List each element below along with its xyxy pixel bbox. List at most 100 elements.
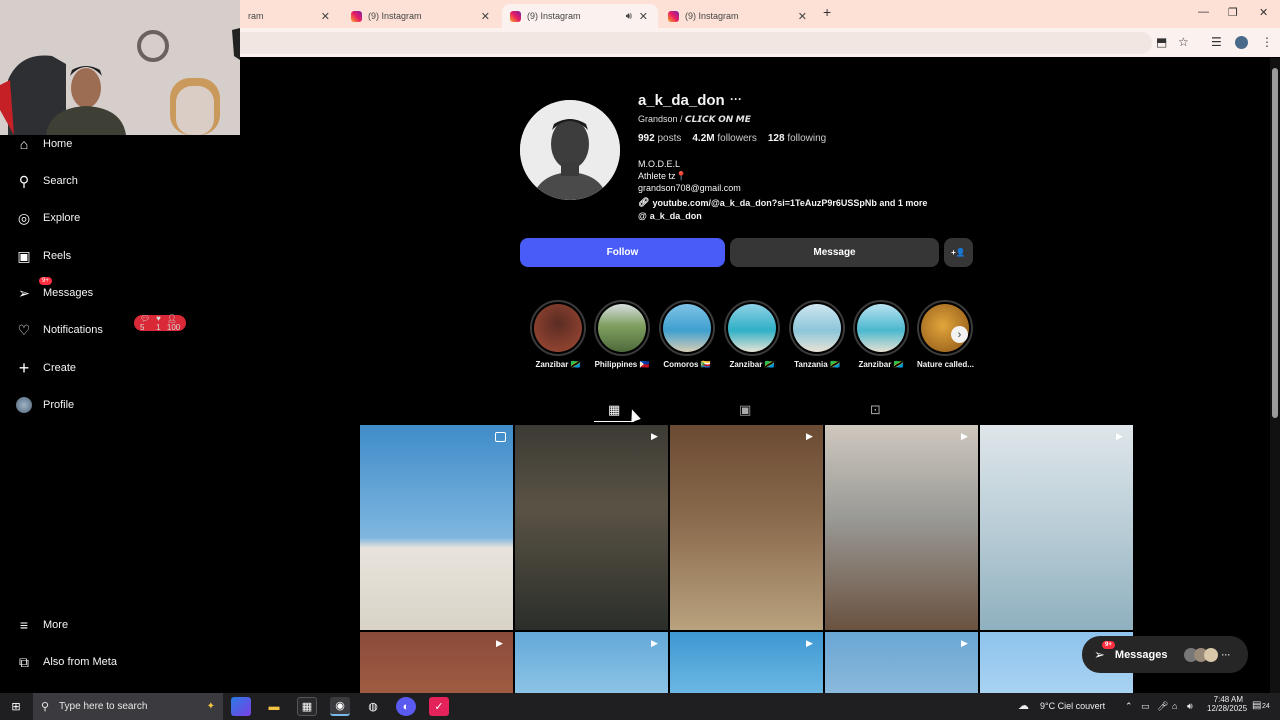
post-thumbnail[interactable] [360,425,513,630]
browser-tab[interactable]: (9) Instagram ✕ [343,4,500,28]
video-icon: ▶︎ [806,431,813,441]
highlight-item[interactable]: Zanzibar 🇹🇿 [724,300,780,369]
store-app-icon[interactable]: ▦ [297,697,317,716]
messages-popup-button[interactable]: ➢ 9+ Messages ··· [1082,636,1248,673]
post-thumbnail[interactable]: ▶︎ [515,425,668,630]
post-thumbnail[interactable]: ▶︎ [980,425,1133,630]
carousel-icon [495,432,506,442]
highlight-item[interactable]: Zanzibar 🇹🇿 [853,300,909,369]
chrome-app-icon[interactable]: ◉ [330,697,350,716]
message-button[interactable]: Message [730,238,939,267]
highlight-cover [663,304,711,352]
sidebar-item-label: Explore [43,212,81,224]
sidebar-item-create[interactable]: + Create [14,356,76,380]
address-bar[interactable] [232,32,1152,54]
sidebar-item-reels[interactable]: ▣ Reels [14,244,71,268]
sidebar: ⌂ Home ⚲ Search ◎ Explore ▣ Reels ➢ 9+ M… [0,135,240,693]
notification-count: 24 [1262,703,1270,710]
messenger-app-icon[interactable]: ◐ [396,697,416,716]
notification-center-icon[interactable]: ▤ [1252,700,1261,711]
more-dots-icon: ··· [1221,649,1231,660]
post-thumbnail[interactable]: ▶︎ [825,425,978,630]
maximize-button[interactable]: ❐ [1228,6,1238,19]
close-tab-icon[interactable]: ✕ [798,10,807,23]
microphone-icon[interactable]: 🎤︎ [1157,701,1168,712]
reading-list-icon[interactable]: ☰ [1211,35,1222,49]
highlight-item[interactable]: Philippines 🇵🇭 [594,300,650,369]
sidebar-item-home[interactable]: ⌂ Home [14,132,73,156]
recorder-app-icon[interactable]: ◍ [363,697,383,716]
highlight-cover [793,304,841,352]
profile-avatar[interactable] [520,100,620,200]
reels-tab-icon[interactable]: ▣ [739,402,751,418]
highlights-next-button[interactable]: › [951,326,968,343]
browser-menu-icon[interactable]: ⋮ [1261,35,1273,49]
highlight-label: Zanzibar 🇹🇿 [858,360,904,369]
taskbar-search-box[interactable]: ⚲ Type here to search ✦ [33,693,223,720]
video-icon: ▶︎ [961,638,968,648]
browser-tab-active[interactable]: (9) Instagram 🔊︎ ✕ [502,4,658,28]
volume-icon[interactable]: 🔊︎ [1187,701,1193,712]
bio-email[interactable]: grandson708@gmail.com [638,183,741,193]
scrollbar-thumb[interactable] [1272,68,1278,418]
tray-chevron-icon[interactable]: ⌃ [1125,701,1133,712]
messages-badge: 9+ [1102,640,1115,649]
meet-now-icon[interactable]: ▭ [1141,701,1150,712]
highlight-item[interactable]: Zanzibar 🇹🇿 [530,300,586,369]
avatar [14,395,34,415]
close-tab-icon[interactable]: ✕ [639,10,648,23]
sidebar-item-search[interactable]: ⚲ Search [14,169,78,193]
home-icon: ⌂ [19,136,29,152]
compass-icon: ◎ [17,209,31,226]
browser-tab[interactable]: ram ✕ [240,4,340,28]
bio-line: M.O.D.E.L [638,159,681,169]
threads-link[interactable]: @ a_k_da_don [638,211,702,221]
posts-grid-tab-icon[interactable]: ▦ [608,402,620,418]
follow-button[interactable]: Follow [520,238,725,267]
sidebar-item-label: Also from Meta [43,656,117,668]
followers-count[interactable]: 4.2M followers [692,133,756,144]
bookmark-star-icon[interactable]: ☆ [1178,35,1189,49]
highlight-ring [530,300,586,356]
post-thumbnail[interactable]: ▶︎ [670,632,823,693]
tab-app-icon[interactable]: ✓ [429,697,449,716]
copilot-app-icon[interactable] [231,697,251,716]
page-scrollbar[interactable] [1270,58,1280,693]
sidebar-item-profile[interactable]: Profile [14,393,74,417]
bio-link[interactable]: 🔗︎ youtube.com/@a_k_da_don?si=1TeAuzP9r6… [638,197,927,208]
close-window-button[interactable]: ✕ [1259,6,1268,19]
video-icon: ▶︎ [1116,431,1123,441]
post-thumbnail[interactable]: ▶︎ [670,425,823,630]
highlight-item[interactable]: Tanzania 🇹🇿 [789,300,845,369]
sidebar-item-more[interactable]: ≡ More [14,613,68,637]
options-icon[interactable]: ··· [730,92,742,106]
minimize-button[interactable]: — [1198,6,1209,18]
file-explorer-icon[interactable]: ▬ [264,697,284,716]
post-thumbnail[interactable]: ▶︎ [515,632,668,693]
highlight-item[interactable]: Comoros 🇰🇲 [659,300,715,369]
profile-avatar-icon[interactable] [1235,36,1248,49]
sidebar-item-also-from-meta[interactable]: ⧉ Also from Meta [14,650,117,674]
sidebar-item-messages[interactable]: ➢ 9+ Messages [14,277,93,305]
weather-text[interactable]: 9°C Ciel couvert [1040,701,1105,711]
close-tab-icon[interactable]: ✕ [481,10,490,23]
close-tab-icon[interactable]: ✕ [321,10,330,23]
speaker-icon[interactable]: 🔊︎ [626,11,632,22]
sidebar-item-notifications[interactable]: ♡ Notifications 💬︎ 5 ♥ 1 👤︎ 100 [14,314,187,342]
browser-tab[interactable]: (9) Instagram ✕ [660,4,817,28]
install-app-icon[interactable]: ⬒ [1156,35,1167,49]
sidebar-item-explore[interactable]: ◎ Explore [14,206,80,230]
post-thumbnail[interactable]: ▶︎ [360,632,513,693]
highlight-ring [724,300,780,356]
network-icon[interactable]: ⌂ [1172,701,1177,711]
new-tab-button[interactable]: + [823,4,831,20]
following-count[interactable]: 128 following [768,133,826,144]
post-thumbnail[interactable]: ▶︎ [825,632,978,693]
tagged-tab-icon[interactable]: ⊡ [870,402,881,418]
windows-taskbar: ⊞ ⚲ Type here to search ✦ ▬ ▦ ◉ ◍ ◐ ✓ ☁︎… [0,693,1280,720]
windows-start-icon[interactable]: ⊞ [6,697,26,716]
highlight-ring [659,300,715,356]
taskbar-clock[interactable]: 7:48 AM 12/28/2025 [1207,695,1247,713]
suggested-users-button[interactable]: +👤 [944,238,973,267]
highlight-label: Tanzania 🇹🇿 [794,360,840,369]
